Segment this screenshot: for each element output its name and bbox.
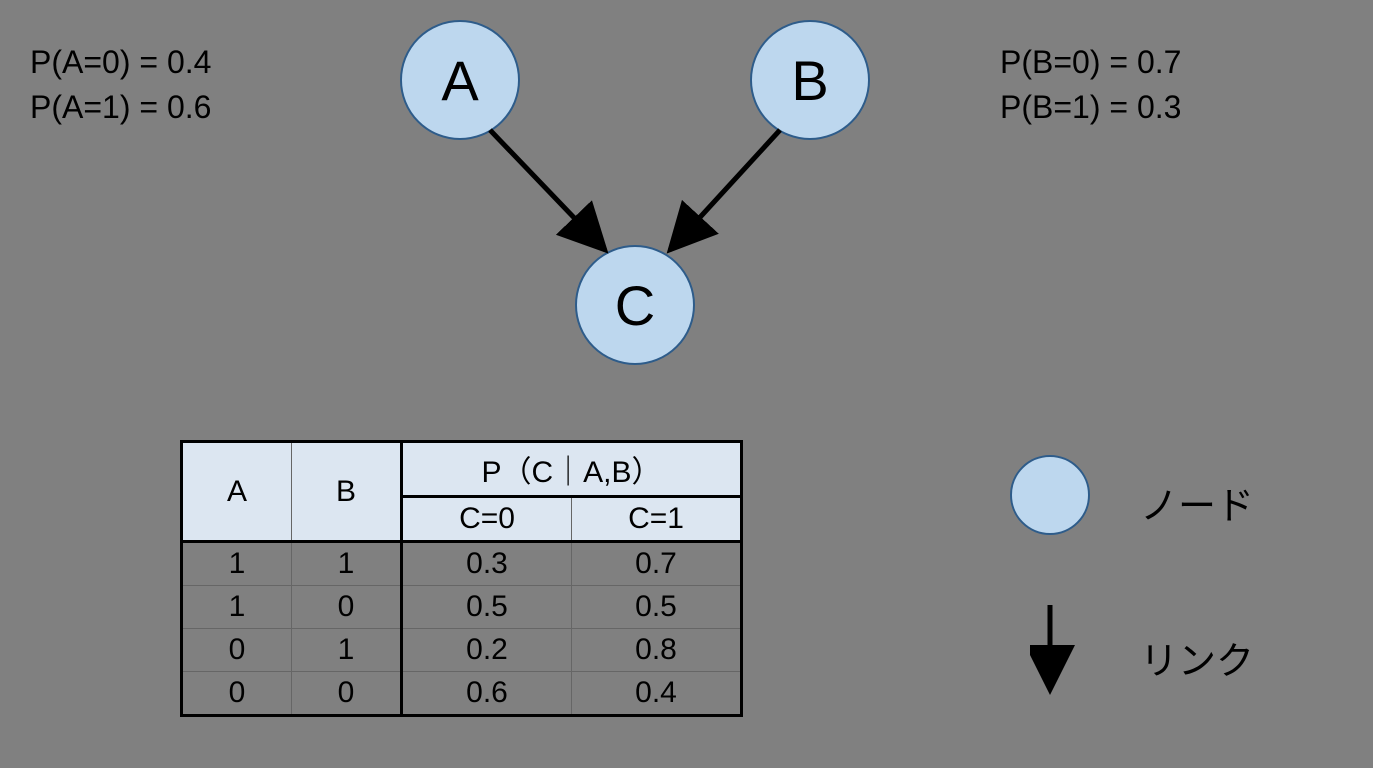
prob-a-text: P(A=0) = 0.4 P(A=1) = 0.6 bbox=[30, 40, 211, 130]
cpt-col-c1: C=1 bbox=[572, 497, 742, 542]
legend-link-label: リンク bbox=[1140, 630, 1254, 685]
cell-a: 1 bbox=[182, 542, 292, 586]
node-b: B bbox=[750, 20, 870, 140]
legend-node-icon bbox=[1010, 455, 1090, 535]
prob-b-line1: P(B=0) = 0.7 bbox=[1000, 40, 1181, 85]
cell-a: 0 bbox=[182, 672, 292, 716]
cell-b: 1 bbox=[292, 542, 402, 586]
legend-node-label: ノード bbox=[1140, 475, 1254, 530]
cell-c0: 0.3 bbox=[402, 542, 572, 586]
cell-a: 0 bbox=[182, 629, 292, 672]
node-a-label: A bbox=[441, 48, 478, 113]
cell-c1: 0.7 bbox=[572, 542, 742, 586]
cpt-col-c0: C=0 bbox=[402, 497, 572, 542]
table-row: 1 0 0.5 0.5 bbox=[182, 586, 742, 629]
cell-c1: 0.4 bbox=[572, 672, 742, 716]
cell-c0: 0.2 bbox=[402, 629, 572, 672]
node-a: A bbox=[400, 20, 520, 140]
cell-c1: 0.8 bbox=[572, 629, 742, 672]
table-row: 0 1 0.2 0.8 bbox=[182, 629, 742, 672]
cell-a: 1 bbox=[182, 586, 292, 629]
cpt-col-b: B bbox=[292, 442, 402, 542]
prob-a-line1: P(A=0) = 0.4 bbox=[30, 40, 211, 85]
cell-b: 1 bbox=[292, 629, 402, 672]
node-c-label: C bbox=[615, 273, 655, 338]
cpt-table: A B P（C｜A,B） C=0 C=1 1 1 0.3 0.7 1 0 0.5… bbox=[180, 440, 743, 717]
cell-b: 0 bbox=[292, 672, 402, 716]
cell-c1: 0.5 bbox=[572, 586, 742, 629]
cell-b: 0 bbox=[292, 586, 402, 629]
prob-b-line2: P(B=1) = 0.3 bbox=[1000, 85, 1181, 130]
prob-b-text: P(B=0) = 0.7 P(B=1) = 0.3 bbox=[1000, 40, 1181, 130]
cell-c0: 0.5 bbox=[402, 586, 572, 629]
cell-c0: 0.6 bbox=[402, 672, 572, 716]
cpt-col-pcab: P（C｜A,B） bbox=[402, 442, 742, 497]
legend-link-icon bbox=[1030, 600, 1080, 710]
table-row: 0 0 0.6 0.4 bbox=[182, 672, 742, 716]
prob-a-line2: P(A=1) = 0.6 bbox=[30, 85, 211, 130]
node-b-label: B bbox=[791, 48, 828, 113]
table-row: 1 1 0.3 0.7 bbox=[182, 542, 742, 586]
node-c: C bbox=[575, 245, 695, 365]
cpt-col-a: A bbox=[182, 442, 292, 542]
